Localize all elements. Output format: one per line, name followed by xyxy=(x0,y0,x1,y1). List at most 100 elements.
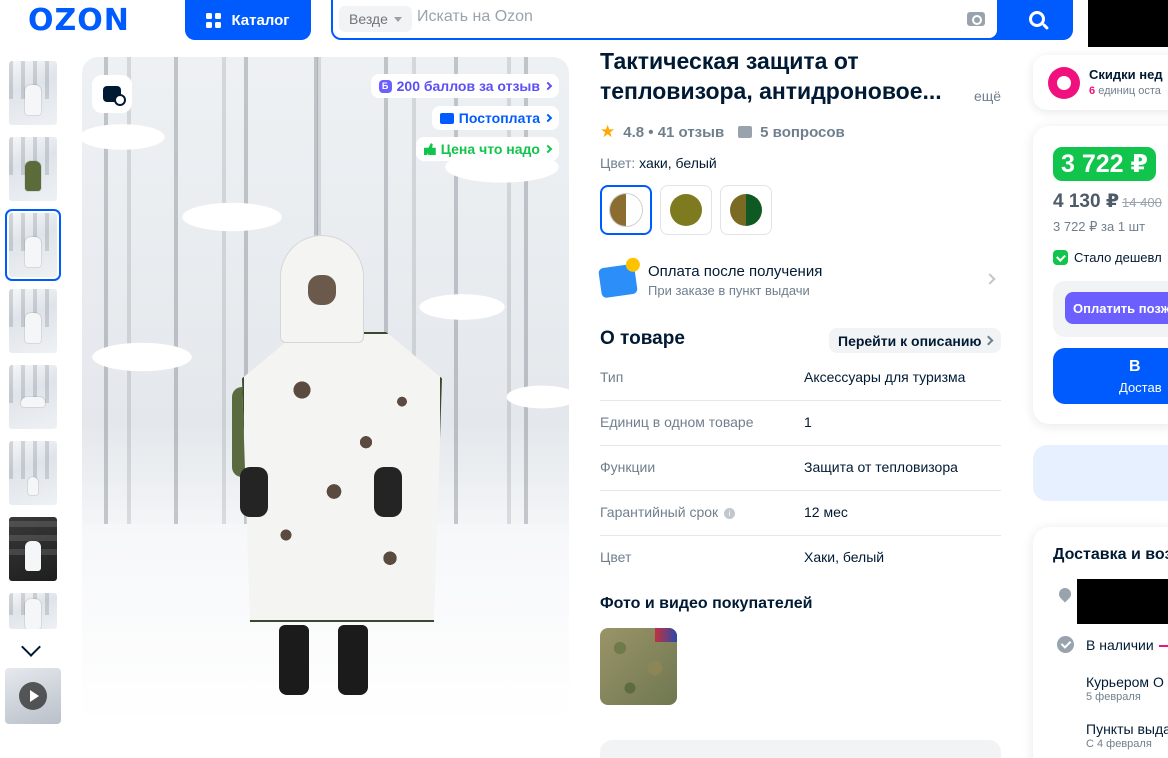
redacted-address[interactable] xyxy=(1077,579,1168,624)
review-card[interactable] xyxy=(600,740,1001,758)
swatch-color xyxy=(730,194,762,226)
promo-title: Скидки нед xyxy=(1089,67,1163,82)
gallery-thumbnail-selected[interactable] xyxy=(5,209,61,281)
swatch-color xyxy=(610,194,642,226)
spec-value: 1 xyxy=(804,414,812,430)
stock-indicator xyxy=(1159,645,1168,647)
chevron-right-icon xyxy=(543,144,553,154)
buyer-media-heading: Фото и видео покупателей xyxy=(600,595,813,612)
search-icon xyxy=(1029,11,1045,27)
redacted-block xyxy=(1088,0,1168,47)
pickup-option[interactable]: Пункты выда xyxy=(1086,721,1168,737)
gallery-thumbnail[interactable] xyxy=(9,61,57,125)
add-to-cart-sub: Достав xyxy=(1119,380,1162,395)
unit-price: 3 722 ₽ за 1 шт xyxy=(1053,219,1146,234)
gallery-thumbnail[interactable] xyxy=(9,289,57,353)
postpay-badge-label: Постоплата xyxy=(458,110,540,126)
search-input[interactable] xyxy=(417,8,917,26)
main-product-photo[interactable]: Б 200 баллов за отзыв Постоплата Цена чт… xyxy=(82,57,569,724)
spec-key: Гарантийный срок xyxy=(600,504,719,520)
old-price: 14 400 xyxy=(1122,195,1162,210)
postpay-badge[interactable]: Постоплата xyxy=(431,106,559,130)
delivery-heading: Доставка и воз xyxy=(1053,546,1168,563)
color-swatch-khaki[interactable] xyxy=(660,185,712,235)
spec-row: Тип Аксессуары для туризма xyxy=(600,356,1001,401)
questions-link[interactable]: 5 вопросов xyxy=(760,124,845,141)
spec-row: Функции Защита от тепловизора xyxy=(600,446,1001,491)
gallery-thumbnail[interactable] xyxy=(9,137,57,201)
info-banner[interactable] xyxy=(1033,445,1168,501)
spec-value: Аксессуары для туризма xyxy=(804,369,966,385)
color-swatch-khaki-green[interactable] xyxy=(720,185,772,235)
spec-value: Хаки, белый xyxy=(804,549,885,565)
promo-sub-text: единиц оста xyxy=(1098,85,1161,97)
ozon-card-price: 3 722 ₽ xyxy=(1053,147,1156,181)
rating-row: ★ 4.8 • 41 отзыв 5 вопросов xyxy=(600,122,845,142)
price-drop-text: Стало дешевл xyxy=(1074,250,1162,265)
color-value: хаки, белый xyxy=(639,155,717,171)
gallery-thumbnail[interactable] xyxy=(9,517,57,581)
spec-key: Функции xyxy=(600,459,656,475)
fair-price-badge[interactable]: Цена что надо xyxy=(415,137,559,161)
image-search-icon xyxy=(103,86,126,106)
search-scope-dropdown[interactable]: Везде xyxy=(339,6,412,32)
buyer-photo[interactable] xyxy=(600,628,677,705)
catalog-button[interactable]: Каталог xyxy=(185,0,311,40)
card-icon xyxy=(439,112,454,124)
search-button[interactable] xyxy=(1003,0,1071,38)
add-to-cart-label: В xyxy=(1129,358,1141,375)
points-badge[interactable]: Б 200 баллов за отзыв xyxy=(370,74,559,98)
rating-reviews-link[interactable]: 4.8 • 41 отзыв xyxy=(623,124,724,141)
add-to-cart-button[interactable]: В Достав xyxy=(1053,348,1168,404)
courier-date: 5 февраля xyxy=(1086,691,1141,703)
color-swatch-khaki-white[interactable] xyxy=(600,185,652,235)
goto-description-button[interactable]: Перейти к описанию xyxy=(829,328,1002,353)
spec-key: Единиц в одном товаре xyxy=(600,414,754,430)
image-search-button[interactable] xyxy=(92,75,132,113)
spec-key: Цвет xyxy=(600,549,632,565)
spec-value: Защита от тепловизора xyxy=(804,459,958,475)
price-card: 3 722 ₽ с 4 130 ₽14 400 3 722 ₽ за 1 шт … xyxy=(1033,126,1168,424)
color-label: Цвет: хаки, белый xyxy=(600,155,717,171)
info-icon[interactable]: i xyxy=(724,508,736,519)
courier-option[interactable]: Курьером О xyxy=(1086,674,1164,690)
pay-after-receipt-row[interactable]: Оплата после получения При заказе в пунк… xyxy=(598,262,1000,302)
pay-later-box: Оплатить позж xyxy=(1053,281,1168,337)
color-label-key: Цвет: xyxy=(600,155,636,171)
delivery-card: Доставка и воз В наличии Курьером О 5 фе… xyxy=(1033,527,1168,758)
thumbs-up-icon xyxy=(423,143,436,155)
camera-icon[interactable] xyxy=(967,12,985,26)
discount-icon xyxy=(1048,67,1080,99)
gallery-thumbnail[interactable] xyxy=(9,441,57,505)
spec-key: Тип xyxy=(600,369,624,385)
fair-price-badge-label: Цена что надо xyxy=(440,141,540,157)
gallery-thumbnail[interactable] xyxy=(9,593,57,629)
price-drop-note: Стало дешевл xyxy=(1053,250,1162,265)
star-icon: ★ xyxy=(600,122,616,141)
spec-value: 12 мес xyxy=(804,504,848,520)
chevron-right-icon xyxy=(543,81,553,91)
spec-row: Цвет Хаки, белый xyxy=(600,536,1001,581)
promo-count: 6 xyxy=(1089,85,1096,97)
title-more-link[interactable]: ещё xyxy=(974,88,1001,104)
chevron-down-icon[interactable] xyxy=(21,637,41,657)
ozon-logo[interactable]: OZON xyxy=(28,3,130,38)
points-icon: Б xyxy=(378,79,392,93)
price-down-icon xyxy=(1053,250,1068,265)
weekly-discount-card[interactable]: Скидки нед 6 единиц оста xyxy=(1033,55,1168,110)
play-icon xyxy=(19,682,47,710)
catalog-label: Каталог xyxy=(231,11,290,29)
caret-down-icon xyxy=(393,16,402,22)
video-thumbnail[interactable] xyxy=(5,668,61,724)
pay-after-receipt-subtitle: При заказе в пункт выдачи xyxy=(648,283,810,298)
search-bar: Везде xyxy=(331,0,1073,40)
pay-later-button[interactable]: Оплатить позж xyxy=(1065,292,1168,324)
price-line: 4 130 ₽14 400 xyxy=(1053,190,1162,213)
promo-subtitle: 6 единиц оста xyxy=(1089,85,1161,97)
grid-icon xyxy=(206,12,222,28)
regular-price: 4 130 ₽ xyxy=(1053,191,1120,212)
gallery-thumbnail[interactable] xyxy=(9,365,57,429)
about-heading: О товаре xyxy=(600,328,685,349)
product-title: Тактическая защита от тепловизора, антид… xyxy=(600,48,942,104)
spec-row: Единиц в одном товаре 1 xyxy=(600,401,1001,446)
